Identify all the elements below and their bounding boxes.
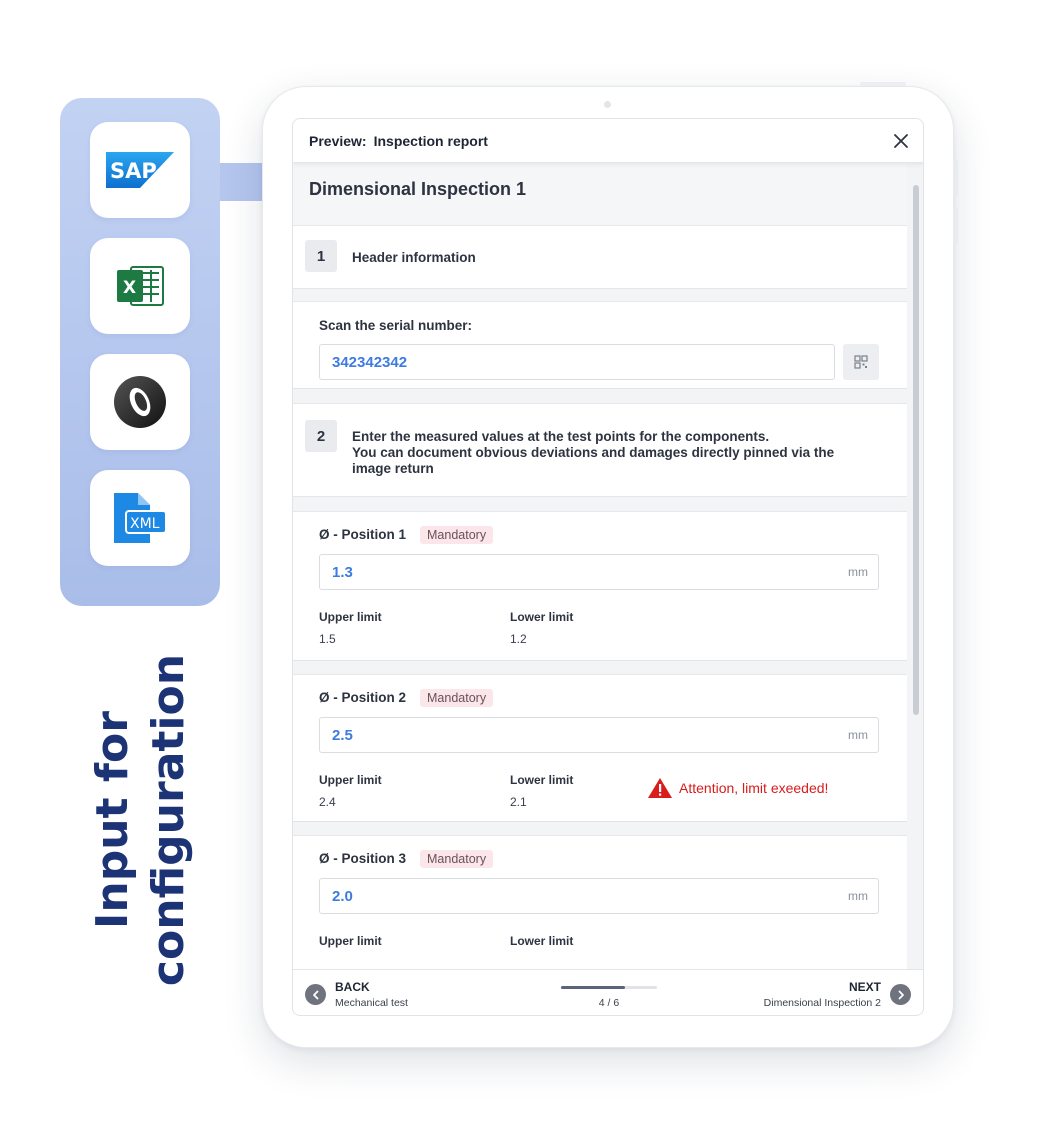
json-icon [114,376,166,428]
close-icon[interactable] [891,131,911,151]
mandatory-badge: Mandatory [420,526,494,544]
unit-label: mm [848,565,868,579]
mandatory-badge: Mandatory [420,850,494,868]
preview-header: Preview: Inspection report [293,119,923,163]
upper-limit-value: 2.4 [319,795,336,809]
svg-text:X: X [123,278,136,298]
mandatory-badge: Mandatory [420,689,494,707]
chevron-left-icon[interactable] [305,984,326,1005]
serial-number-label: Scan the serial number: [319,318,473,333]
progress-fill [561,986,625,989]
step-header-information: 1 Header information [293,225,907,289]
tablet-side-button-1 [953,160,958,196]
position-3-value: 2.0 [332,887,353,905]
step-number: 1 [305,240,337,272]
step-measured-values: 2 Enter the measured values at the test … [293,403,907,497]
step-text: Enter the measured values at the test po… [352,429,834,477]
position-2-card: Ø - Position 2 Mandatory 2.5 mm Upper lim… [293,674,907,822]
serial-number-value: 342342342 [332,353,408,371]
warning-icon [648,778,672,798]
progress-bar [561,986,657,989]
position-1-input[interactable]: 1.3 mm [319,554,879,590]
step-text-line-1: Enter the measured values at the test po… [352,429,770,444]
progress-text: 4 / 6 [598,997,620,1009]
scrollbar-thumb[interactable] [913,185,919,715]
xml-card[interactable]: XML [90,470,190,566]
step-number: 2 [305,420,337,452]
report-content: Dimensional Inspection 1 1 Header inform… [293,163,907,969]
position-2-value: 2.5 [332,726,353,744]
section-header: Dimensional Inspection 1 [293,163,907,225]
back-label[interactable]: BACK [335,980,370,994]
lower-limit-value: 1.2 [510,632,527,646]
section-title: Dimensional Inspection 1 [309,179,527,199]
back-sublabel[interactable]: Mechanical test [335,997,408,1009]
svg-text:XML: XML [130,516,160,532]
preview-title: Inspection report [373,132,488,149]
upper-limit-label: Upper limit [319,773,382,787]
step-text-line-3: image return [352,461,434,476]
upper-limit-label: Upper limit [319,610,382,624]
step-text-line-2: You can document obvious deviations and … [352,445,835,460]
xml-file-icon: XML [114,493,167,543]
tablet-side-button-2 [953,208,958,244]
position-3-card: Ø - Position 3 Mandatory 2.0 mm Upper lim… [293,835,907,969]
position-1-card: Ø - Position 1 Mandatory 1.3 mm Upper lim… [293,511,907,661]
position-2-input[interactable]: 2.5 mm [319,717,879,753]
app-screen: Preview: Inspection report Dimensional I… [292,118,924,1016]
position-3-title: Ø - Position 3 [319,851,407,866]
svg-text:SAP: SAP [110,159,157,183]
excel-card[interactable]: X [90,238,190,334]
preview-label: Preview: [309,132,367,149]
heading-line-1: Input for [87,711,139,929]
unit-label: mm [848,728,868,742]
position-1-title: Ø - Position 1 [319,527,407,542]
position-2-title: Ø - Position 2 [319,690,407,705]
position-1-label: Ø - Position 1 Mandatory [319,526,494,544]
upper-limit-value: 1.5 [319,632,336,646]
tablet-top-button [860,82,906,86]
unit-label: mm [848,889,868,903]
bottom-navigation: BACK Mechanical test 4 / 6 NEXT Dimensio… [293,969,923,1015]
serial-number-input[interactable]: 342342342 [319,344,835,380]
serial-number-card: Scan the serial number: 342342342 [293,301,907,389]
position-3-input[interactable]: 2.0 mm [319,878,879,914]
step-text: Header information [352,250,476,265]
sap-card[interactable]: SAP [90,122,190,218]
limit-alert-text: Attention, limit exeeded! [679,780,829,796]
heading-line-2: configuration [143,653,195,987]
next-label[interactable]: NEXT [849,980,881,994]
lower-limit-label: Lower limit [510,610,574,624]
scan-qr-button[interactable] [843,344,879,380]
integrations-heading: Input for configuration [76,630,206,1010]
limit-alert: Attention, limit exeeded! [647,777,828,799]
lower-limit-label: Lower limit [510,934,574,948]
position-3-label: Ø - Position 3 Mandatory [319,850,494,868]
integrations-connector [220,163,262,201]
excel-icon: X [117,266,164,306]
json-card[interactable] [90,354,190,450]
position-2-label: Ø - Position 2 Mandatory [319,689,494,707]
chevron-right-icon[interactable] [890,984,911,1005]
sap-logo: SAP [106,152,174,188]
lower-limit-label: Lower limit [510,773,574,787]
qr-code-icon [854,355,868,369]
next-sublabel[interactable]: Dimensional Inspection 2 [764,997,881,1009]
lower-limit-value: 2.1 [510,795,527,809]
position-1-value: 1.3 [332,563,353,581]
upper-limit-label: Upper limit [319,934,382,948]
tablet-camera [604,101,611,108]
